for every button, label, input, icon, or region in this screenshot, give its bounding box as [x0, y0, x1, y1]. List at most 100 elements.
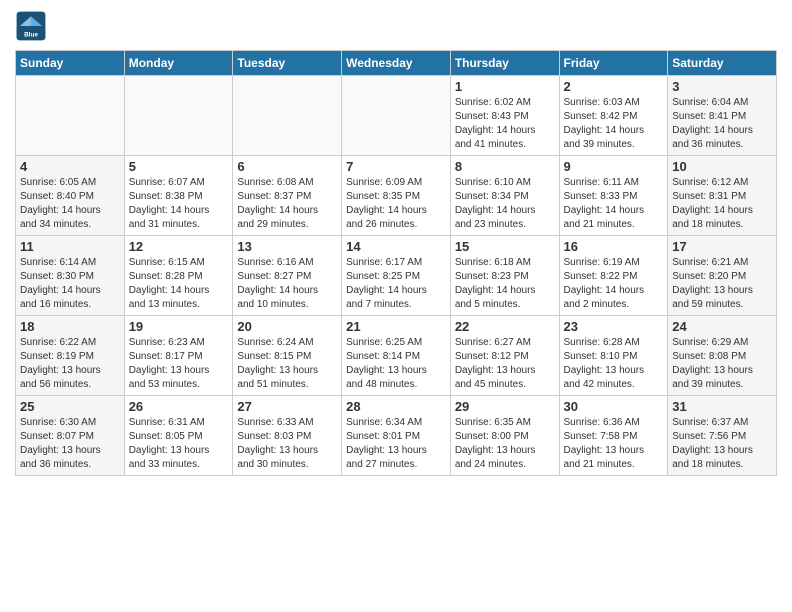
day-number: 26 [129, 399, 229, 414]
col-header-tuesday: Tuesday [233, 51, 342, 76]
day-cell: 12 Sunrise: 6:15 AM Sunset: 8:28 PM Dayli… [124, 236, 233, 316]
day-cell [124, 76, 233, 156]
day-info: Sunrise: 6:21 AM Sunset: 8:20 PM Dayligh… [672, 256, 772, 312]
calendar-body: 1 Sunrise: 6:02 AM Sunset: 8:43 PM Daylig… [16, 76, 777, 476]
svg-text:Blue: Blue [24, 31, 38, 38]
day-number: 23 [564, 319, 664, 334]
day-number: 4 [20, 159, 120, 174]
day-number: 6 [237, 159, 337, 174]
day-cell: 11Sunrise: 6:14 AM Sunset: 8:30 PM Dayli… [16, 236, 125, 316]
day-info: Sunrise: 6:05 AM Sunset: 8:40 PM Dayligh… [20, 176, 120, 232]
logo-icon: Blue [15, 10, 47, 42]
day-cell: 25 Sunrise: 6:30 AM Sunset: 8:07 PM Dayli… [16, 396, 125, 476]
col-header-sunday: Sunday [16, 51, 125, 76]
day-number: 10 [672, 159, 772, 174]
day-number: 18 [20, 319, 120, 334]
day-cell: 14 Sunrise: 6:17 AM Sunset: 8:25 PM Dayli… [342, 236, 451, 316]
day-info: Sunrise: 6:18 AM Sunset: 8:23 PM Dayligh… [455, 256, 555, 312]
day-number: 1 [455, 79, 555, 94]
day-info: Sunrise: 6:07 AM Sunset: 8:38 PM Dayligh… [129, 176, 229, 232]
day-number: 31 [672, 399, 772, 414]
day-number: 5 [129, 159, 229, 174]
day-info: Sunrise: 6:17 AM Sunset: 8:25 PM Dayligh… [346, 256, 446, 312]
day-cell: 24 Sunrise: 6:29 AM Sunset: 8:08 PM Dayli… [668, 316, 777, 396]
day-number: 14 [346, 239, 446, 254]
day-info: Sunrise: 6:11 AM Sunset: 8:33 PM Dayligh… [564, 176, 664, 232]
page-header: Blue [15, 10, 777, 42]
day-cell: 23 Sunrise: 6:28 AM Sunset: 8:10 PM Dayli… [559, 316, 668, 396]
col-header-wednesday: Wednesday [342, 51, 451, 76]
day-cell: 17 Sunrise: 6:21 AM Sunset: 8:20 PM Dayli… [668, 236, 777, 316]
day-cell: 4 Sunrise: 6:05 AM Sunset: 8:40 PM Daylig… [16, 156, 125, 236]
day-info: Sunrise: 6:10 AM Sunset: 8:34 PM Dayligh… [455, 176, 555, 232]
day-number: 28 [346, 399, 446, 414]
day-cell: 18Sunrise: 6:22 AM Sunset: 8:19 PM Dayli… [16, 316, 125, 396]
day-cell: 5 Sunrise: 6:07 AM Sunset: 8:38 PM Daylig… [124, 156, 233, 236]
day-info: Sunrise: 6:36 AM Sunset: 7:58 PM Dayligh… [564, 416, 664, 472]
day-cell: 6 Sunrise: 6:08 AM Sunset: 8:37 PM Daylig… [233, 156, 342, 236]
week-row-4: 18Sunrise: 6:22 AM Sunset: 8:19 PM Dayli… [16, 316, 777, 396]
day-cell: 1 Sunrise: 6:02 AM Sunset: 8:43 PM Daylig… [450, 76, 559, 156]
week-row-2: 4 Sunrise: 6:05 AM Sunset: 8:40 PM Daylig… [16, 156, 777, 236]
day-number: 9 [564, 159, 664, 174]
day-number: 24 [672, 319, 772, 334]
col-header-friday: Friday [559, 51, 668, 76]
day-number: 20 [237, 319, 337, 334]
day-cell: 8Sunrise: 6:10 AM Sunset: 8:34 PM Daylig… [450, 156, 559, 236]
day-number: 25 [20, 399, 120, 414]
day-cell [342, 76, 451, 156]
day-number: 21 [346, 319, 446, 334]
day-info: Sunrise: 6:16 AM Sunset: 8:27 PM Dayligh… [237, 256, 337, 312]
day-info: Sunrise: 6:30 AM Sunset: 8:07 PM Dayligh… [20, 416, 120, 472]
day-info: Sunrise: 6:08 AM Sunset: 8:37 PM Dayligh… [237, 176, 337, 232]
day-cell: 29 Sunrise: 6:35 AM Sunset: 8:00 PM Dayli… [450, 396, 559, 476]
day-info: Sunrise: 6:35 AM Sunset: 8:00 PM Dayligh… [455, 416, 555, 472]
day-info: Sunrise: 6:15 AM Sunset: 8:28 PM Dayligh… [129, 256, 229, 312]
day-number: 16 [564, 239, 664, 254]
day-info: Sunrise: 6:19 AM Sunset: 8:22 PM Dayligh… [564, 256, 664, 312]
day-cell: 20Sunrise: 6:24 AM Sunset: 8:15 PM Dayli… [233, 316, 342, 396]
day-info: Sunrise: 6:25 AM Sunset: 8:14 PM Dayligh… [346, 336, 446, 392]
day-info: Sunrise: 6:37 AM Sunset: 7:56 PM Dayligh… [672, 416, 772, 472]
day-number: 29 [455, 399, 555, 414]
calendar-header-row: SundayMondayTuesdayWednesdayThursdayFrid… [16, 51, 777, 76]
day-cell: 7Sunrise: 6:09 AM Sunset: 8:35 PM Daylig… [342, 156, 451, 236]
day-number: 12 [129, 239, 229, 254]
day-cell: 15 Sunrise: 6:18 AM Sunset: 8:23 PM Dayli… [450, 236, 559, 316]
day-number: 22 [455, 319, 555, 334]
day-cell: 13 Sunrise: 6:16 AM Sunset: 8:27 PM Dayli… [233, 236, 342, 316]
day-number: 7 [346, 159, 446, 174]
day-cell: 31 Sunrise: 6:37 AM Sunset: 7:56 PM Dayli… [668, 396, 777, 476]
day-cell: 9 Sunrise: 6:11 AM Sunset: 8:33 PM Daylig… [559, 156, 668, 236]
day-number: 19 [129, 319, 229, 334]
day-cell: 19 Sunrise: 6:23 AM Sunset: 8:17 PM Dayli… [124, 316, 233, 396]
day-cell: 3Sunrise: 6:04 AM Sunset: 8:41 PM Daylig… [668, 76, 777, 156]
col-header-saturday: Saturday [668, 51, 777, 76]
day-cell: 26Sunrise: 6:31 AM Sunset: 8:05 PM Dayli… [124, 396, 233, 476]
day-info: Sunrise: 6:14 AM Sunset: 8:30 PM Dayligh… [20, 256, 120, 312]
day-cell [16, 76, 125, 156]
day-cell: 10Sunrise: 6:12 AM Sunset: 8:31 PM Dayli… [668, 156, 777, 236]
day-info: Sunrise: 6:29 AM Sunset: 8:08 PM Dayligh… [672, 336, 772, 392]
logo: Blue [15, 10, 51, 42]
day-cell: 2 Sunrise: 6:03 AM Sunset: 8:42 PM Daylig… [559, 76, 668, 156]
day-cell: 30Sunrise: 6:36 AM Sunset: 7:58 PM Dayli… [559, 396, 668, 476]
col-header-thursday: Thursday [450, 51, 559, 76]
week-row-5: 25 Sunrise: 6:30 AM Sunset: 8:07 PM Dayli… [16, 396, 777, 476]
col-header-monday: Monday [124, 51, 233, 76]
day-cell: 21 Sunrise: 6:25 AM Sunset: 8:14 PM Dayli… [342, 316, 451, 396]
day-info: Sunrise: 6:28 AM Sunset: 8:10 PM Dayligh… [564, 336, 664, 392]
day-info: Sunrise: 6:23 AM Sunset: 8:17 PM Dayligh… [129, 336, 229, 392]
day-number: 13 [237, 239, 337, 254]
day-info: Sunrise: 6:02 AM Sunset: 8:43 PM Dayligh… [455, 96, 555, 152]
day-info: Sunrise: 6:04 AM Sunset: 8:41 PM Dayligh… [672, 96, 772, 152]
day-number: 27 [237, 399, 337, 414]
day-number: 2 [564, 79, 664, 94]
day-number: 17 [672, 239, 772, 254]
day-cell: 28Sunrise: 6:34 AM Sunset: 8:01 PM Dayli… [342, 396, 451, 476]
day-info: Sunrise: 6:27 AM Sunset: 8:12 PM Dayligh… [455, 336, 555, 392]
day-info: Sunrise: 6:03 AM Sunset: 8:42 PM Dayligh… [564, 96, 664, 152]
calendar-table: SundayMondayTuesdayWednesdayThursdayFrid… [15, 50, 777, 476]
day-cell: 22 Sunrise: 6:27 AM Sunset: 8:12 PM Dayli… [450, 316, 559, 396]
day-number: 15 [455, 239, 555, 254]
